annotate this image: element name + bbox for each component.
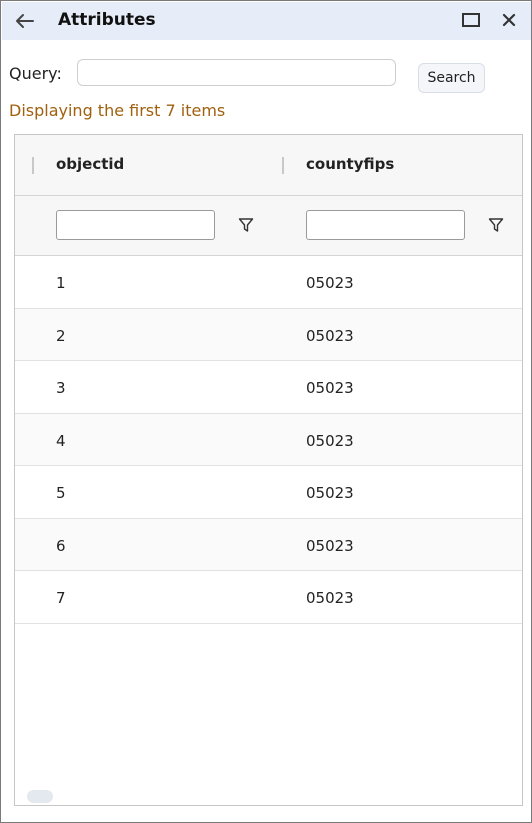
- objectid-cell: 4: [56, 431, 66, 450]
- result-count-text: Displaying the first 7 items: [9, 101, 226, 120]
- title-bar: Attributes: [2, 2, 531, 40]
- table-row[interactable]: 1 05023: [15, 256, 522, 309]
- countyfips-filter-input[interactable]: [306, 210, 465, 240]
- countyfips-cell: 05023: [306, 484, 354, 502]
- attributes-panel: Attributes Query: Search Displaying the …: [0, 0, 532, 823]
- close-button[interactable]: [498, 10, 520, 30]
- table-row[interactable]: 5 05023: [15, 466, 522, 519]
- countyfips-cell: 05023: [306, 379, 354, 397]
- countyfips-cell: 05023: [306, 589, 354, 607]
- countyfips-cell: 05023: [306, 274, 354, 292]
- query-label: Query:: [9, 64, 62, 83]
- objectid-cell: 7: [56, 589, 66, 607]
- countyfips-cell: 05023: [306, 431, 354, 450]
- objectid-cell: 1: [56, 274, 66, 292]
- objectid-cell: 5: [56, 484, 66, 502]
- column-resize-handle[interactable]: [282, 157, 284, 174]
- objectid-filter-input[interactable]: [56, 210, 215, 240]
- countyfips-cell: 05023: [306, 326, 354, 345]
- table-row[interactable]: 4 05023: [15, 413, 522, 466]
- search-button[interactable]: Search: [418, 63, 485, 93]
- objectid-cell: 2: [56, 326, 66, 345]
- table-row[interactable]: 6 05023: [15, 518, 522, 571]
- filter-icon: [488, 218, 504, 232]
- table-header-row: objectid countyfips: [15, 135, 522, 196]
- table-row[interactable]: 2 05023: [15, 308, 522, 361]
- objectid-filter-button[interactable]: [236, 215, 256, 235]
- back-button[interactable]: [11, 9, 37, 33]
- attribute-table: objectid countyfips 1 05023 2 05023 3 05…: [14, 134, 523, 806]
- column-resize-handle[interactable]: [32, 157, 34, 174]
- table-filter-row: [15, 196, 522, 256]
- objectid-cell: 6: [56, 536, 66, 555]
- table-row[interactable]: 7 05023: [15, 571, 522, 624]
- close-icon: [502, 13, 516, 27]
- horizontal-scrollbar-thumb[interactable]: [27, 790, 53, 803]
- maximize-icon: [462, 13, 480, 27]
- objectid-cell: 3: [56, 379, 66, 397]
- filter-icon: [238, 218, 254, 232]
- arrow-left-icon: [16, 14, 34, 28]
- countyfips-filter-button[interactable]: [486, 215, 506, 235]
- maximize-button[interactable]: [460, 10, 482, 30]
- countyfips-cell: 05023: [306, 536, 354, 555]
- table-body: 1 05023 2 05023 3 05023 4 05023 5 05023 …: [15, 256, 522, 624]
- panel-title: Attributes: [58, 10, 156, 30]
- query-input[interactable]: [77, 59, 396, 86]
- table-row[interactable]: 3 05023: [15, 361, 522, 414]
- column-header-countyfips[interactable]: countyfips: [306, 155, 394, 173]
- column-header-objectid[interactable]: objectid: [56, 155, 124, 173]
